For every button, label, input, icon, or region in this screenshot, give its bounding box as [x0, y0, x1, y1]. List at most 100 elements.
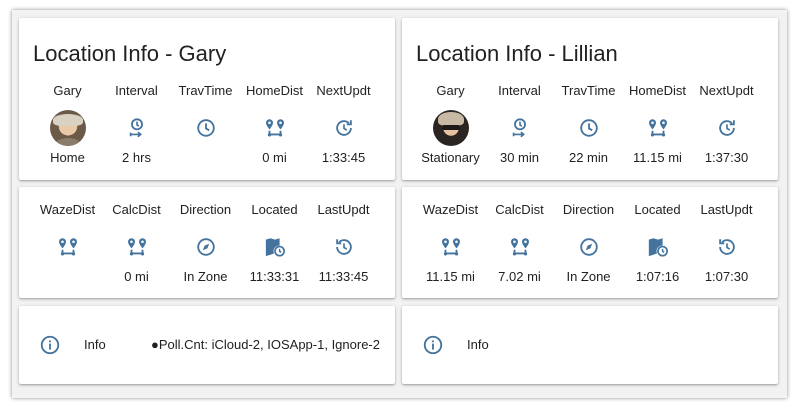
stat-nextupdt[interactable]: NextUpdt 1:33:45	[309, 82, 378, 167]
stat-value	[33, 268, 102, 286]
stat-label: Interval	[498, 83, 541, 98]
stat-interval[interactable]: Interval 30 min	[485, 82, 554, 167]
compass-icon	[196, 238, 215, 256]
map-marker-distance-icon	[648, 119, 667, 137]
stat-label: NextUpdt	[699, 83, 754, 98]
mid-stats-row: WazeDist 11.15 mi CalcDist 7.02 mi Direc…	[402, 201, 778, 286]
map-clock-icon	[648, 238, 668, 257]
stat-label: WazeDist	[39, 202, 96, 217]
stat-homedist[interactable]: HomeDist 0 mi	[240, 82, 309, 167]
stat-direction[interactable]: Direction In Zone	[554, 201, 623, 286]
stat-homedist[interactable]: HomeDist 11.15 mi	[623, 82, 692, 167]
stat-wazedist[interactable]: WazeDist	[33, 201, 102, 286]
stat-interval[interactable]: Interval 2 hrs	[102, 82, 171, 167]
stat-label: HomeDist	[245, 83, 304, 98]
stat-lastupdt[interactable]: LastUpdt 1:07:30	[692, 201, 761, 286]
stat-label: Interval	[115, 83, 158, 98]
history-icon	[335, 239, 352, 255]
info-label: Info	[84, 337, 106, 352]
stat-located[interactable]: Located 11:33:31	[240, 201, 309, 286]
dashboard-frame: Location Info - Gary Gary Home Interval …	[12, 10, 787, 398]
location-info-card-gary: Location Info - Gary Gary Home Interval …	[19, 18, 395, 180]
info-text: ●Poll.Cnt: iCloud-2, IOSApp-1, Ignore-2	[151, 337, 380, 352]
map-marker-distance-icon	[510, 238, 529, 256]
stat-person[interactable]: Gary Home	[33, 82, 102, 167]
stat-value: 2 hrs	[122, 150, 151, 165]
mid-stats-row: WazeDist CalcDist 0 mi Direction In Zone…	[19, 201, 395, 286]
map-marker-distance-icon	[441, 238, 460, 256]
stat-travtime[interactable]: TravTime 22 min	[554, 82, 623, 167]
stat-label: CalcDist	[112, 202, 161, 217]
stat-label: Located	[251, 202, 298, 217]
stat-value: 1:37:30	[704, 150, 749, 165]
top-stats-row: Gary Home Interval 2 hrs TravTime HomeDi…	[19, 82, 395, 167]
stat-value: 11.15 mi	[426, 269, 475, 284]
refresh-clock-icon	[718, 120, 735, 136]
stat-value: 0 mi	[262, 150, 287, 165]
location-info-card-lillian: Location Info - Lillian Gary Stationary …	[402, 18, 778, 180]
stat-person[interactable]: Gary Stationary	[416, 82, 485, 167]
map-clock-icon	[265, 238, 285, 257]
stat-direction[interactable]: Direction In Zone	[171, 201, 240, 286]
stat-label: LastUpdt	[700, 202, 753, 217]
stat-label: Located	[634, 202, 681, 217]
card-title: Location Info - Lillian	[416, 41, 618, 66]
distance-card-lillian: WazeDist 11.15 mi CalcDist 7.02 mi Direc…	[402, 187, 778, 298]
stat-value: Stationary	[421, 150, 480, 165]
stat-travtime[interactable]: TravTime	[171, 82, 240, 167]
stat-value: In Zone	[183, 269, 228, 284]
timer-interval-icon	[129, 118, 143, 138]
top-stats-row: Gary Stationary Interval 30 min TravTime…	[402, 82, 778, 167]
card-title: Location Info - Gary	[33, 41, 227, 66]
stat-label: LastUpdt	[317, 202, 370, 217]
stat-nextupdt[interactable]: NextUpdt 1:37:30	[692, 82, 761, 167]
stat-value: Home	[50, 150, 85, 165]
stat-value: 11:33:31	[249, 269, 300, 284]
stat-value: 7.02 mi	[498, 269, 541, 284]
map-marker-distance-icon	[265, 119, 284, 137]
stat-wazedist[interactable]: WazeDist 11.15 mi	[416, 201, 485, 286]
info-label: Info	[467, 337, 489, 352]
stat-located[interactable]: Located 1:07:16	[623, 201, 692, 286]
stat-label: NextUpdt	[316, 83, 371, 98]
stat-label: WazeDist	[422, 202, 479, 217]
stat-value: 30 min	[499, 150, 540, 165]
stat-label: TravTime	[178, 83, 233, 98]
avatar-gary[interactable]	[49, 110, 86, 146]
map-marker-distance-icon	[58, 238, 77, 256]
stat-value	[171, 149, 240, 167]
stat-value: 11.15 mi	[633, 150, 682, 165]
refresh-clock-icon	[335, 120, 352, 136]
stat-calcdist[interactable]: CalcDist 7.02 mi	[485, 201, 554, 286]
clock-icon	[196, 119, 215, 137]
timer-interval-icon	[512, 118, 526, 138]
compass-icon	[579, 238, 598, 256]
stat-label: TravTime	[561, 83, 616, 98]
clock-icon	[579, 119, 598, 137]
stat-value: In Zone	[566, 269, 611, 284]
stat-value: 1:07:30	[704, 269, 749, 284]
info-card-lillian: Info	[402, 306, 778, 384]
stat-lastupdt[interactable]: LastUpdt 11:33:45	[309, 201, 378, 286]
distance-card-gary: WazeDist CalcDist 0 mi Direction In Zone…	[19, 187, 395, 298]
info-icon	[423, 335, 443, 355]
stat-calcdist[interactable]: CalcDist 0 mi	[102, 201, 171, 286]
avatar-lillian[interactable]	[432, 110, 469, 146]
stat-label: HomeDist	[628, 83, 687, 98]
stat-label: CalcDist	[495, 202, 544, 217]
stat-value: 11:33:45	[318, 269, 369, 284]
map-marker-distance-icon	[127, 238, 146, 256]
info-icon	[40, 335, 60, 355]
stat-label: Direction	[179, 202, 232, 217]
stat-label: Direction	[562, 202, 615, 217]
info-row[interactable]: Info ●Poll.Cnt: iCloud-2, IOSApp-1, Igno…	[19, 334, 395, 356]
stat-value: 22 min	[568, 150, 609, 165]
info-row[interactable]: Info	[402, 334, 778, 356]
stat-value: 1:07:16	[635, 269, 680, 284]
stat-label: Gary	[436, 83, 465, 98]
info-card-gary: Info ●Poll.Cnt: iCloud-2, IOSApp-1, Igno…	[19, 306, 395, 384]
stat-value: 0 mi	[124, 269, 149, 284]
stat-label: Gary	[53, 83, 82, 98]
stat-value: 1:33:45	[321, 150, 366, 165]
history-icon	[718, 239, 735, 255]
